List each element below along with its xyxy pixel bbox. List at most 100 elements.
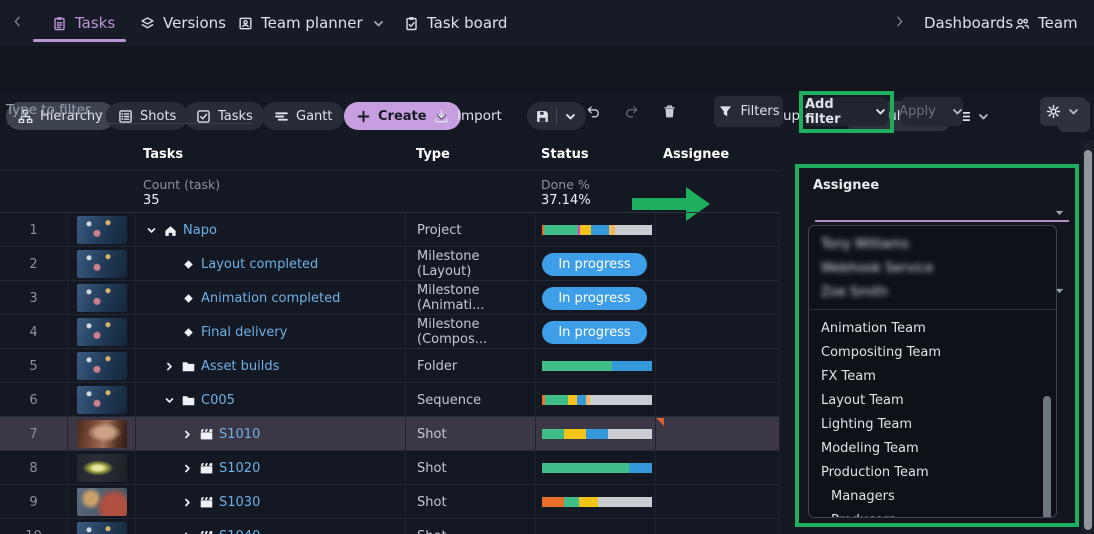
task-name-link[interactable]: C005 xyxy=(201,393,235,408)
shot-thumbnail[interactable] xyxy=(76,216,127,244)
progress-segment-blue xyxy=(577,395,586,405)
chevron-right-icon[interactable] xyxy=(180,497,194,508)
task-name-link[interactable]: Animation completed xyxy=(201,291,340,306)
tab-team-planner[interactable]: Team planner xyxy=(238,0,386,46)
chevron-right-icon[interactable] xyxy=(162,361,176,372)
row-number: 10 xyxy=(0,519,67,534)
assignee-select[interactable] xyxy=(815,200,1069,222)
assignee-option-team[interactable]: Modeling Team xyxy=(809,436,1056,460)
assignee-option-user[interactable]: Tony Williams xyxy=(809,232,1056,256)
column-header-tasks[interactable]: Tasks xyxy=(143,147,183,162)
assignee-option-team[interactable]: Layout Team xyxy=(809,388,1056,412)
shot-thumbnail[interactable] xyxy=(76,420,127,448)
clapper-icon xyxy=(199,529,214,534)
status-cell xyxy=(535,485,655,519)
table-row[interactable]: 1 Napo Project xyxy=(0,213,780,247)
assignee-option-user[interactable]: Zoe Smith xyxy=(809,280,1056,304)
assignee-cell xyxy=(655,213,780,247)
shot-thumbnail[interactable] xyxy=(76,352,127,380)
shot-thumbnail[interactable] xyxy=(76,284,127,312)
assignee-option-team[interactable]: Production Team xyxy=(809,460,1056,484)
chevron-down-icon[interactable] xyxy=(162,395,176,406)
back-chevron-icon[interactable] xyxy=(10,14,25,29)
status-badge[interactable]: In progress xyxy=(542,320,647,344)
progress-segment-yellow xyxy=(568,395,578,405)
task-name-link[interactable]: S1010 xyxy=(219,427,260,442)
nav-team[interactable]: Team xyxy=(1015,0,1078,46)
shot-thumbnail[interactable] xyxy=(76,318,127,346)
progress-segment-green xyxy=(564,497,580,507)
assignee-panel-title: Assignee xyxy=(813,178,880,193)
task-name-link[interactable]: S1040 xyxy=(219,529,260,534)
shot-thumbnail[interactable] xyxy=(76,386,127,414)
table-row[interactable]: 7 S1010 Shot xyxy=(0,417,780,451)
table-row[interactable]: 8 S1020 Shot xyxy=(0,451,780,485)
table-row[interactable]: 2 Layout completed Milestone (Layout) In pr… xyxy=(0,247,780,281)
apply-split-button[interactable]: Apply xyxy=(899,97,965,126)
task-name-link[interactable]: S1020 xyxy=(219,461,260,476)
toolbar: Hierarchy Shots Tasks Gantt Create Impor… xyxy=(0,46,1094,132)
tab-task-board[interactable]: Task board xyxy=(404,0,507,46)
chevron-right-icon[interactable] xyxy=(180,429,194,440)
filters-button[interactable]: Filters xyxy=(714,96,783,127)
task-name-cell: C005 xyxy=(135,383,405,417)
assignee-option-subteam[interactable]: Producers xyxy=(809,508,1056,518)
status-badge[interactable]: In progress xyxy=(542,252,647,276)
shot-thumbnail[interactable] xyxy=(76,250,127,278)
chevron-down-icon[interactable] xyxy=(950,104,965,119)
shot-thumbnail[interactable] xyxy=(76,488,127,516)
progress-segment-gray xyxy=(590,395,652,405)
column-header-assignee[interactable]: Assignee xyxy=(663,147,729,162)
table-row[interactable]: 5 Asset builds Folder xyxy=(0,349,780,383)
task-name-cell: Napo xyxy=(135,213,405,247)
shot-thumbnail[interactable] xyxy=(76,454,127,482)
progress-segment-orange xyxy=(542,497,564,507)
progress-segment-green xyxy=(542,361,613,371)
task-name-link[interactable]: Napo xyxy=(183,223,217,238)
column-header-type[interactable]: Type xyxy=(416,147,450,162)
assignee-option-subteam[interactable]: Managers xyxy=(809,484,1056,508)
task-name-link[interactable]: Asset builds xyxy=(201,359,279,374)
nav-dashboards[interactable]: Dashboards xyxy=(924,0,1013,46)
assignee-option-team[interactable]: Lighting Team xyxy=(809,412,1056,436)
assignee-option-team[interactable]: FX Team xyxy=(809,364,1056,388)
table-row[interactable]: 10 S1040 Shot xyxy=(0,519,780,534)
task-type: Shot xyxy=(405,451,535,485)
progress-segment-blue xyxy=(612,361,652,371)
chevron-down-icon[interactable] xyxy=(144,225,158,236)
column-header-status[interactable]: Status xyxy=(541,147,589,162)
chevron-right-icon[interactable] xyxy=(180,463,194,474)
page-scrollbar-track[interactable] xyxy=(1082,140,1094,534)
divider xyxy=(809,309,1056,310)
assignee-cell xyxy=(655,281,780,315)
task-name-link[interactable]: Final delivery xyxy=(201,325,287,340)
shot-thumbnail[interactable] xyxy=(76,522,127,534)
row-number: 3 xyxy=(29,290,38,306)
assignee-option-user[interactable]: Webhook Service xyxy=(809,256,1056,280)
assignee-option-team[interactable]: Animation Team xyxy=(809,316,1056,340)
table-row[interactable]: 6 C005 Sequence xyxy=(0,383,780,417)
task-name-link[interactable]: Layout completed xyxy=(201,257,318,272)
page-scrollbar-thumb[interactable] xyxy=(1084,150,1092,530)
table-row[interactable]: 4 Final delivery Milestone (Compos... In pr… xyxy=(0,315,780,349)
status-badge[interactable]: In progress xyxy=(542,286,647,310)
chevron-right-icon[interactable] xyxy=(180,531,194,534)
tab-versions[interactable]: Versions xyxy=(140,0,226,46)
status-cell: In progress xyxy=(535,247,655,281)
filter-input[interactable] xyxy=(6,96,254,124)
assignee-option-team[interactable]: Compositing Team xyxy=(809,340,1056,364)
table-header: Tasks Type Status Assignee xyxy=(0,140,780,170)
status-cell: In progress xyxy=(535,315,655,349)
filter-bar: Filters Add filter Apply xyxy=(0,91,1094,221)
task-type: Milestone (Compos... xyxy=(405,315,535,349)
task-type: Shot xyxy=(405,485,535,519)
forward-chevron-icon[interactable] xyxy=(892,14,907,29)
thumbnail-cell xyxy=(67,281,135,315)
table-row[interactable]: 9 S1030 Shot xyxy=(0,485,780,519)
task-name-link[interactable]: S1030 xyxy=(219,495,260,510)
table-row[interactable]: 3 Animation completed Milestone (Animati..… xyxy=(0,281,780,315)
filter-settings-button[interactable] xyxy=(1040,97,1087,126)
add-filter-button[interactable]: Add filter xyxy=(805,97,888,127)
dropdown-scrollbar-thumb[interactable] xyxy=(1043,396,1051,517)
assignee-cell xyxy=(655,417,780,451)
